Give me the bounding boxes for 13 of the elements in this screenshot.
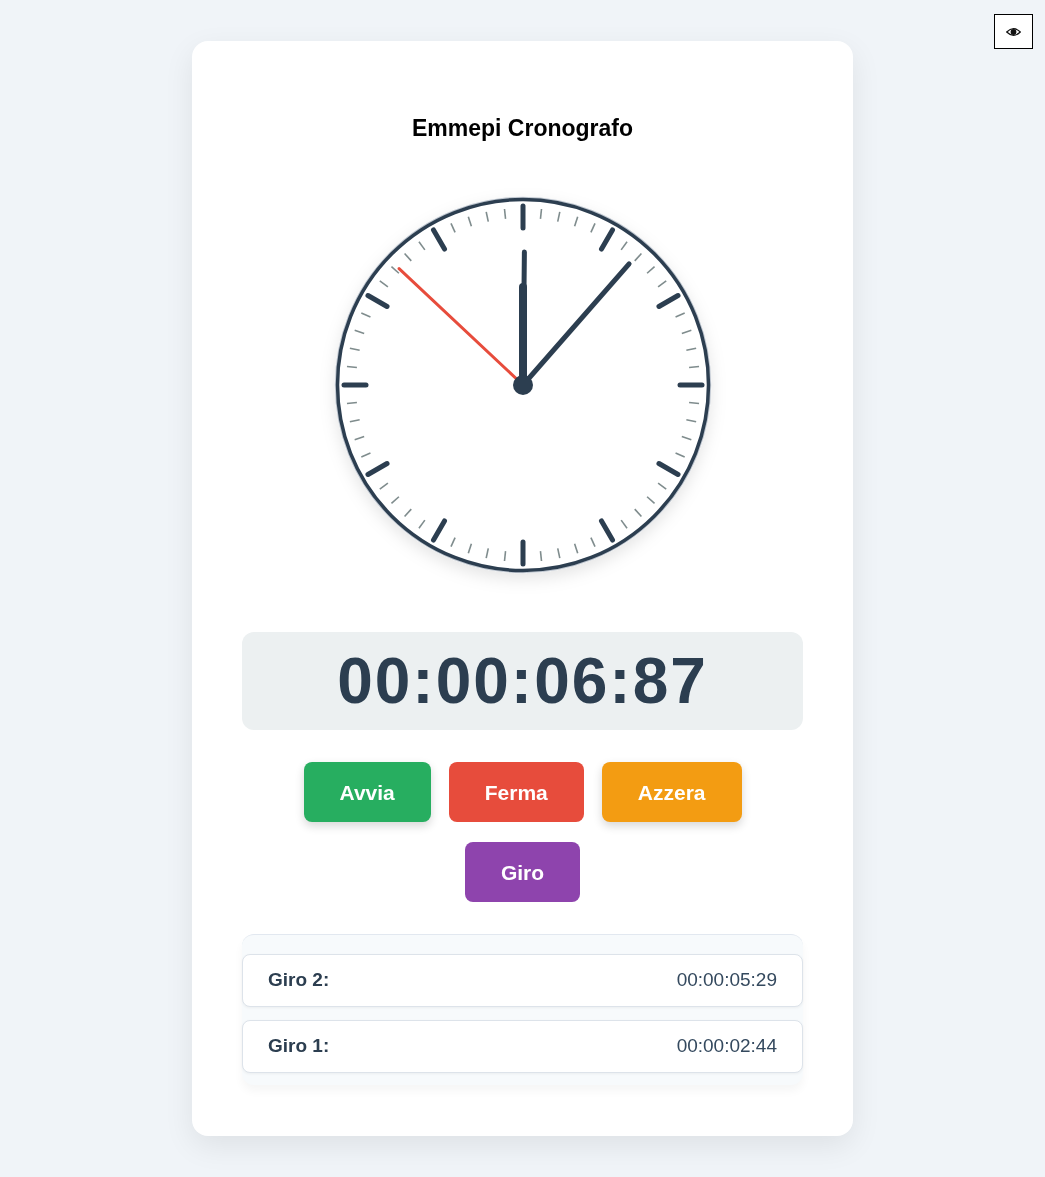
control-button[interactable]: Azzera	[601, 762, 742, 822]
lap-label: Giro 1:	[268, 1034, 330, 1059]
elapsed-time: 00:00:06:87	[337, 645, 708, 717]
control-button[interactable]: Giro	[464, 842, 581, 902]
eye-button[interactable]	[994, 14, 1033, 49]
control-button[interactable]: Avvia	[303, 762, 431, 822]
lap-time: 00:00:02:44	[676, 1034, 777, 1059]
center-pin	[512, 375, 533, 395]
control-button[interactable]: Ferma	[448, 762, 584, 822]
eye-icon	[1006, 26, 1021, 37]
app-title: Emmepi Cronografo	[411, 114, 634, 142]
lap-time: 00:00:05:29	[676, 968, 777, 993]
lap-label: Giro 2:	[268, 968, 330, 993]
